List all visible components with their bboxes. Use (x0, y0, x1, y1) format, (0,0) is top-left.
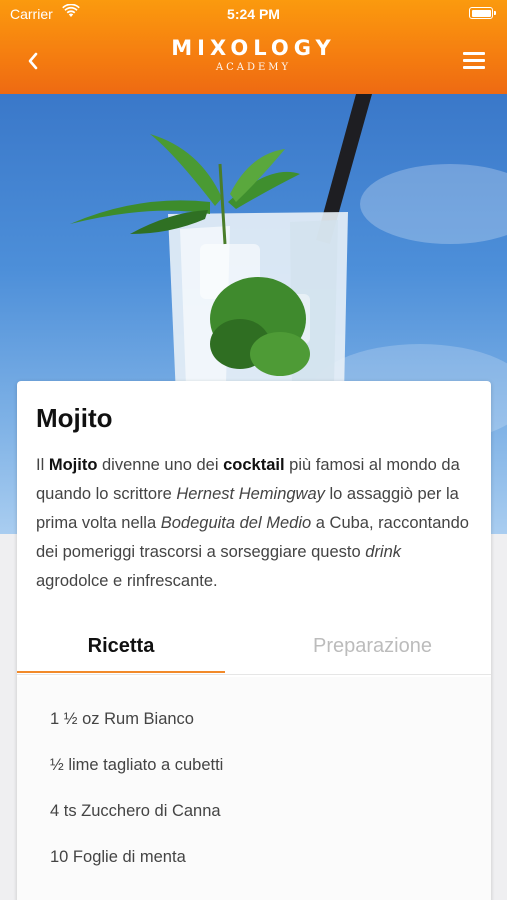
cocktail-description: Il Mojito divenne uno dei cocktail più f… (36, 456, 469, 590)
ingredient-item: 4 ts Zucchero di Canna (50, 802, 221, 820)
ingredient-item: 10 Foglie di menta (50, 848, 186, 866)
recipe-tabs: Ricetta Preparazione (17, 617, 491, 675)
tab-preparation[interactable]: Preparazione (254, 617, 491, 675)
status-bar: Carrier 5:24 PM (0, 0, 507, 28)
battery-icon (469, 7, 496, 19)
brand-title: MIXOLOGY (171, 36, 336, 60)
cocktail-card: Mojito Il Mojito divenne uno dei cocktai… (17, 381, 491, 900)
ingredient-item: 1 ½ oz Rum Bianco (50, 710, 194, 728)
status-time: 5:24 PM (227, 6, 280, 22)
tab-recipe[interactable]: Ricetta (17, 617, 225, 675)
ingredient-item: ½ lime tagliato a cubetti (50, 756, 224, 774)
active-tab-indicator (17, 671, 225, 673)
cocktail-title: Mojito (36, 403, 113, 433)
brand-subtitle: ACADEMY (215, 62, 292, 73)
menu-button[interactable] (463, 52, 485, 70)
app-header: Carrier 5:24 PM MIXOLOGY ACADEMY (0, 0, 507, 94)
brand-logo: MIXOLOGY ACADEMY (0, 36, 507, 74)
ingredients-list: 1 ½ oz Rum Bianco ½ lime tagliato a cube… (17, 677, 491, 900)
